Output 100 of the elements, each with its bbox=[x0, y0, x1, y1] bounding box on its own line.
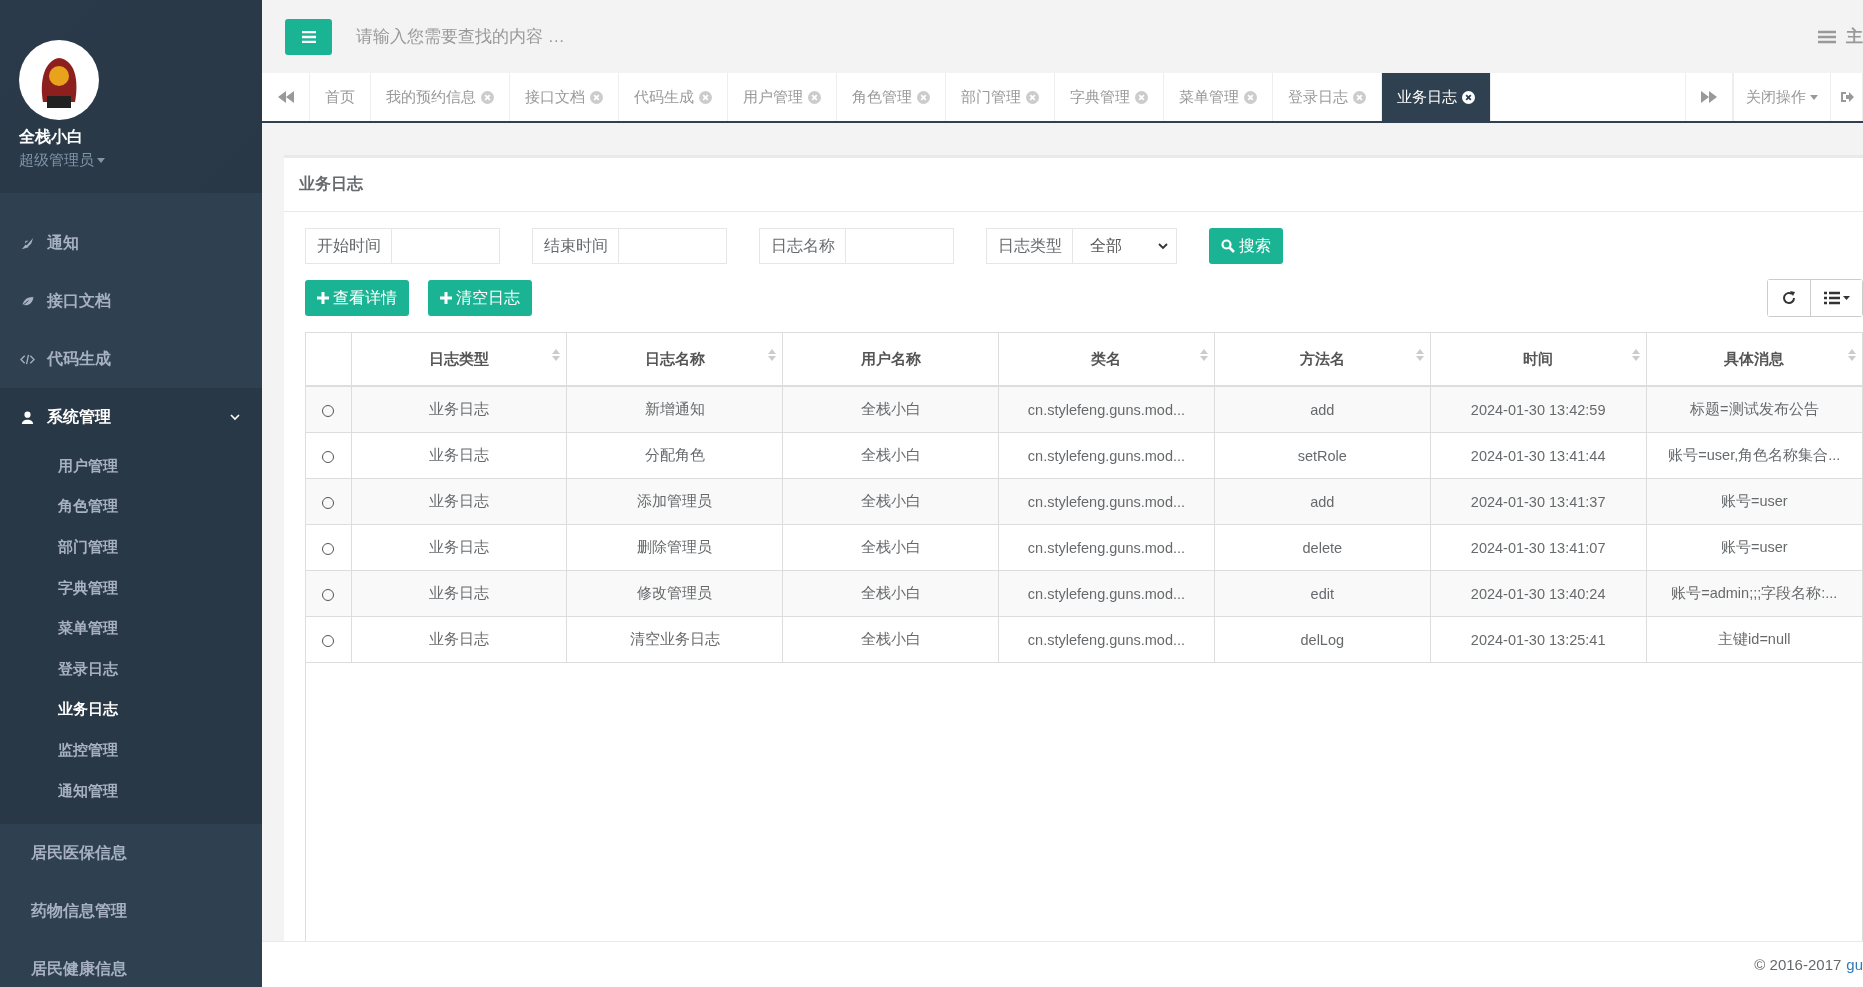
theme-label[interactable]: 主 bbox=[1846, 25, 1863, 48]
table-cell: cn.stylefeng.guns.mod... bbox=[1027, 401, 1186, 418]
list-icon[interactable] bbox=[1818, 29, 1836, 44]
table-cell: 删除管理员 bbox=[637, 539, 713, 555]
menu-item[interactable]: 药物信息管理 bbox=[0, 882, 262, 941]
sort-icon[interactable] bbox=[768, 348, 777, 362]
menu-item[interactable]: 居民健康信息 bbox=[0, 940, 262, 987]
table-cell: delLog bbox=[1300, 631, 1345, 648]
filter-field[interactable]: 开始时间 bbox=[305, 228, 500, 264]
table-cell: 标题=测试发布公告 bbox=[1690, 401, 1819, 417]
table-cell: cn.stylefeng.guns.mod... bbox=[1027, 631, 1186, 648]
sort-icon[interactable] bbox=[1848, 348, 1856, 362]
refresh-icon bbox=[1781, 290, 1797, 306]
footer-link[interactable]: gu bbox=[1846, 956, 1863, 973]
table-cell: 全栈小白 bbox=[860, 447, 921, 463]
menu-item[interactable]: 通知 bbox=[0, 214, 262, 272]
table-cell: 全栈小白 bbox=[860, 631, 921, 647]
column-header[interactable]: 时间 bbox=[1523, 349, 1554, 369]
submenu-item[interactable]: 监控管理 bbox=[0, 730, 262, 771]
menu-icon bbox=[301, 30, 316, 43]
submenu-item[interactable]: 用户管理 bbox=[0, 446, 262, 487]
search-button[interactable]: 搜索 bbox=[1209, 228, 1283, 264]
columns-button[interactable] bbox=[1810, 280, 1862, 316]
submenu-item[interactable]: 字典管理 bbox=[0, 567, 262, 609]
table-cell: 2024-01-30 13:41:44 bbox=[1470, 447, 1606, 464]
copyright-text: © 2016-2017 bbox=[1754, 956, 1842, 973]
submenu-item[interactable]: 角色管理 bbox=[0, 486, 262, 528]
table-cell: 全栈小白 bbox=[860, 493, 921, 509]
table-cell: 账号=user bbox=[1720, 539, 1788, 555]
user-icon bbox=[20, 409, 35, 425]
table-cell: cn.stylefeng.guns.mod... bbox=[1027, 585, 1186, 602]
close-icon[interactable] bbox=[1462, 90, 1475, 104]
caret-icon bbox=[1810, 94, 1818, 100]
column-header[interactable]: 用户名称 bbox=[860, 349, 921, 369]
filter-field[interactable]: 结束时间 bbox=[532, 228, 727, 264]
panel-title: 业务日志 bbox=[299, 174, 363, 194]
menu-button[interactable] bbox=[285, 18, 332, 55]
search-icon bbox=[1221, 239, 1235, 253]
filter-field[interactable]: 日志名称 bbox=[759, 228, 954, 264]
table-cell: 业务日志 bbox=[428, 447, 489, 463]
table-cell: add bbox=[1310, 401, 1335, 418]
sort-icon[interactable] bbox=[1415, 348, 1424, 362]
submenu-item[interactable]: 登录日志 bbox=[0, 648, 262, 690]
action-button[interactable]: 查看详情 bbox=[305, 280, 409, 316]
submenu-item[interactable]: 通知管理 bbox=[0, 770, 262, 812]
table-cell: 主键id=null bbox=[1718, 631, 1791, 647]
logout-button[interactable] bbox=[1830, 73, 1863, 121]
table-cell: 账号=admin;;;字段名称:... bbox=[1671, 585, 1838, 601]
sort-icon[interactable] bbox=[1199, 348, 1208, 362]
table-cell: 2024-01-30 13:41:37 bbox=[1470, 493, 1606, 510]
table-cell: setRole bbox=[1297, 447, 1347, 464]
action-button[interactable]: 清空日志 bbox=[428, 280, 532, 316]
double-left-arrow-icon bbox=[277, 91, 294, 103]
table-cell: 添加管理员 bbox=[637, 493, 713, 509]
sort-icon[interactable] bbox=[552, 348, 561, 362]
column-header[interactable]: 类名 bbox=[1091, 349, 1122, 369]
table-cell: cn.stylefeng.guns.mod... bbox=[1027, 539, 1186, 556]
list-icon bbox=[1823, 291, 1850, 305]
table-cell: 全栈小白 bbox=[860, 539, 921, 555]
column-header[interactable]: 具体消息 bbox=[1724, 349, 1785, 369]
table-cell: 账号=user bbox=[1720, 493, 1788, 509]
menu-item[interactable]: 代码生成 bbox=[0, 330, 262, 388]
table-cell: 修改管理员 bbox=[637, 585, 713, 601]
table-cell: 清空业务日志 bbox=[629, 631, 720, 647]
role-dropdown[interactable]: 超级管理员 bbox=[19, 151, 105, 170]
submenu-item[interactable]: 菜单管理 bbox=[0, 608, 262, 649]
menu-item[interactable]: 接口文档 bbox=[0, 272, 262, 330]
column-header[interactable]: 日志名称 bbox=[644, 349, 705, 369]
submenu-item[interactable]: 业务日志 bbox=[0, 689, 262, 731]
column-header[interactable]: 方法名 bbox=[1299, 349, 1345, 369]
table-cell: 业务日志 bbox=[428, 585, 489, 601]
plus-icon bbox=[440, 292, 452, 304]
table-cell: 业务日志 bbox=[428, 493, 489, 509]
search-field[interactable]: 请输入您需要查找的内容 … bbox=[354, 25, 1796, 48]
table-cell: cn.stylefeng.guns.mod... bbox=[1027, 447, 1186, 464]
menu-item[interactable]: 系统管理 bbox=[0, 388, 262, 446]
menu-item[interactable]: 居民医保信息 bbox=[0, 824, 262, 883]
table-cell: 业务日志 bbox=[428, 539, 489, 555]
plus-icon bbox=[317, 292, 329, 304]
table-cell: 业务日志 bbox=[428, 631, 489, 647]
tab[interactable]: 业务日志 bbox=[1382, 73, 1491, 121]
table-cell: 业务日志 bbox=[428, 401, 489, 417]
table-cell: 账号=user,角色名称集合... bbox=[1668, 447, 1841, 463]
chevron-icon bbox=[230, 412, 240, 422]
table-cell: 2024-01-30 13:25:41 bbox=[1470, 631, 1606, 648]
caret-icon bbox=[97, 158, 105, 163]
table-cell: 全栈小白 bbox=[860, 401, 921, 417]
leaf-icon bbox=[20, 293, 35, 309]
sort-icon[interactable] bbox=[1631, 348, 1640, 362]
table-cell: 2024-01-30 13:41:07 bbox=[1470, 539, 1606, 556]
table-cell: add bbox=[1310, 493, 1335, 510]
avatar[interactable] bbox=[19, 40, 99, 120]
table-cell: 新增通知 bbox=[644, 401, 705, 417]
table-cell: delete bbox=[1302, 539, 1343, 556]
column-header[interactable]: 日志类型 bbox=[428, 349, 489, 369]
user-name: 全栈小白 bbox=[19, 127, 83, 147]
table-cell: cn.stylefeng.guns.mod... bbox=[1027, 493, 1186, 510]
scroll-right-button[interactable] bbox=[1685, 73, 1733, 121]
submenu-item[interactable]: 部门管理 bbox=[0, 527, 262, 568]
exit-arrow-icon bbox=[1839, 91, 1854, 103]
